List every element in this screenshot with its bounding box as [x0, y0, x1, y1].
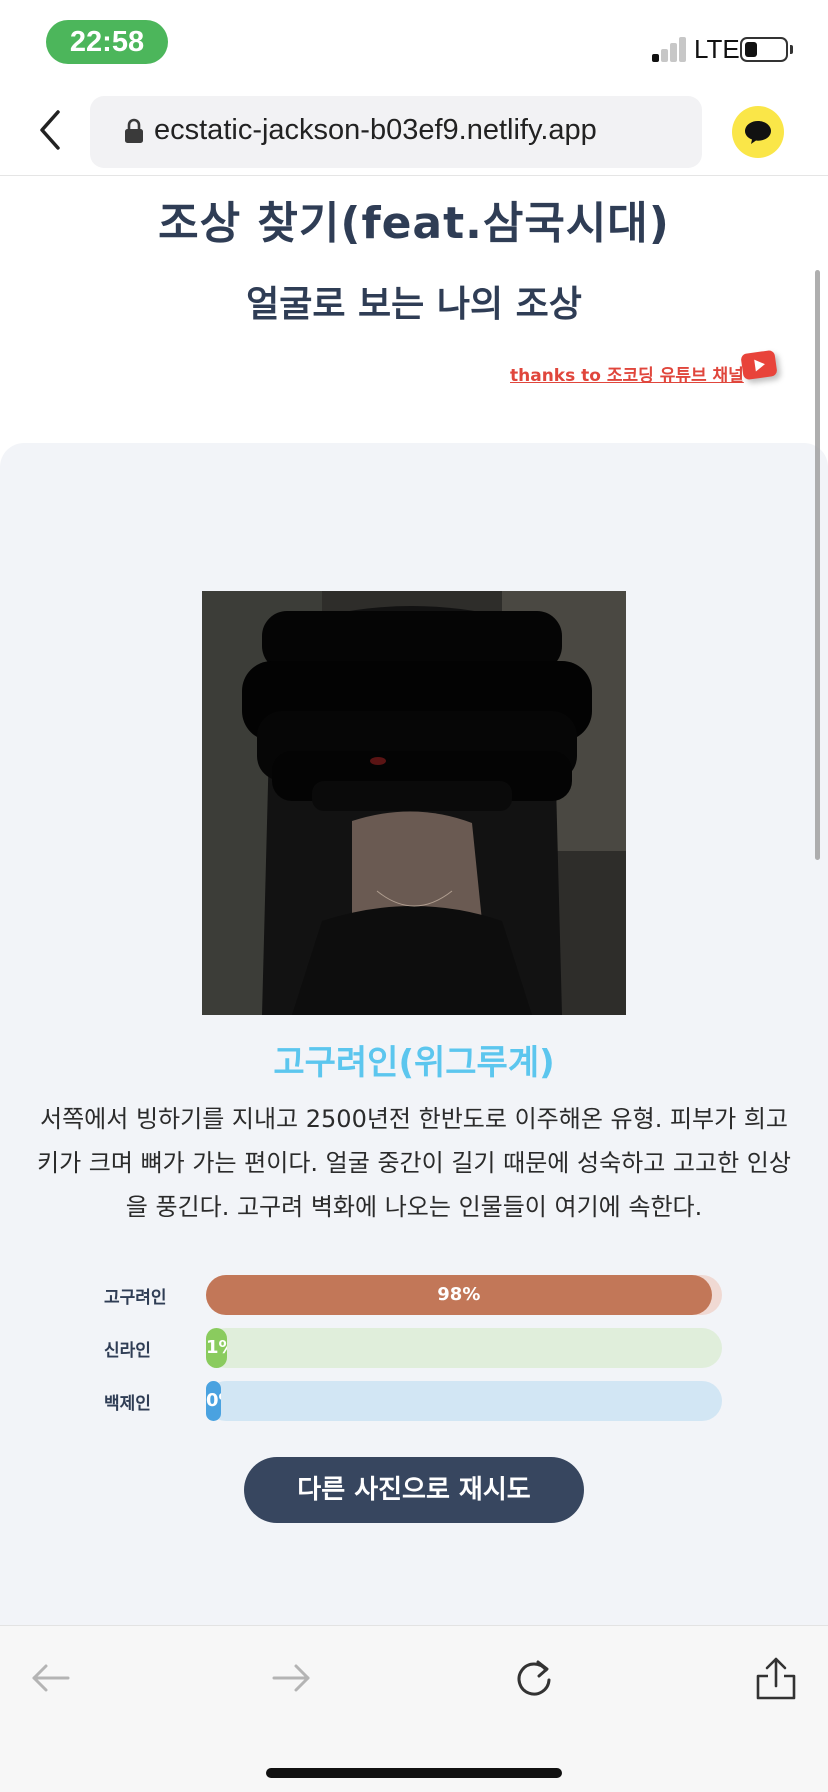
result-bar-row: 고구려인 98%: [0, 1275, 828, 1315]
bar-track: 98%: [206, 1275, 722, 1315]
lock-icon: [125, 118, 143, 143]
retry-button[interactable]: 다른 사진으로 재시도: [244, 1457, 584, 1523]
signal-strength-icon: [652, 36, 688, 62]
web-content: 조상 찾기(feat.삼국시대) 얼굴로 보는 나의 조상 thanks to …: [0, 177, 828, 1625]
result-bar-row: 신라인 1%: [0, 1328, 828, 1368]
youtube-icon[interactable]: [740, 349, 778, 381]
scrollbar-thumb[interactable]: [815, 270, 820, 860]
result-type-title: 고구려인(위그루계): [273, 1043, 555, 1083]
forward-arrow-icon[interactable]: [270, 1656, 314, 1700]
share-icon[interactable]: [754, 1656, 798, 1700]
bar-fill: 1%: [206, 1328, 227, 1368]
bar-track: 0%: [206, 1381, 722, 1421]
chat-bubble-icon[interactable]: [732, 106, 784, 158]
network-type: LTE: [694, 34, 740, 64]
url-field[interactable]: ecstatic-jackson-b03ef9.netlify.app: [90, 96, 702, 168]
result-bar-row: 백제인 0%: [0, 1381, 828, 1421]
result-description: 서쪽에서 빙하기를 지내고 2500년전 한반도로 이주해온 유형. 피부가 희…: [37, 1105, 791, 1221]
bar-track: 1%: [206, 1328, 722, 1368]
uploaded-face-photo: [202, 591, 626, 1015]
browser-toolbar: [0, 1625, 828, 1792]
back-arrow-icon[interactable]: [30, 1656, 74, 1700]
bar-fill: 0%: [206, 1381, 222, 1421]
bar-label: 백제인: [104, 1394, 151, 1414]
battery-icon: [740, 37, 788, 62]
back-chevron-icon[interactable]: [32, 104, 72, 156]
bar-fill: 98%: [206, 1275, 712, 1315]
status-bar: 22:58 LTE: [0, 0, 828, 86]
status-time: 22:58: [46, 20, 168, 64]
bar-label: 고구려인: [104, 1288, 167, 1308]
thanks-link[interactable]: thanks to 조코딩 유튜브 채널: [510, 361, 744, 386]
bar-label: 신라인: [104, 1341, 151, 1361]
reload-icon[interactable]: [512, 1656, 556, 1700]
page-subtitle: 얼굴로 보는 나의 조상: [246, 284, 582, 325]
browser-nav-bar: ecstatic-jackson-b03ef9.netlify.app: [0, 86, 828, 176]
home-indicator: [266, 1768, 562, 1778]
battery-tip: [790, 45, 793, 54]
url-text: ecstatic-jackson-b03ef9.netlify.app: [154, 114, 597, 146]
page-title: 조상 찾기(feat.삼국시대): [158, 198, 670, 249]
